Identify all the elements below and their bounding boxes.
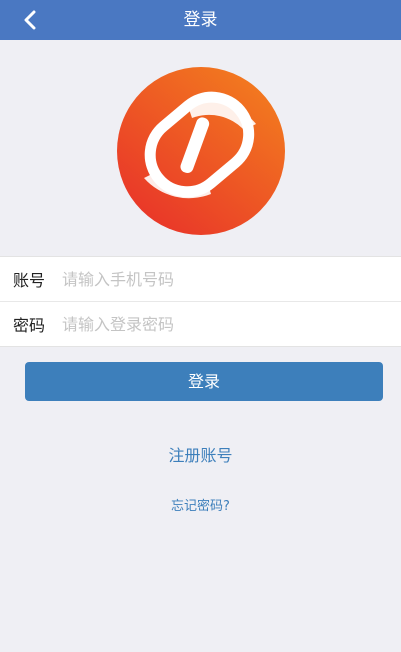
password-row: 密码 [0, 301, 401, 346]
register-account-link[interactable]: 注册账号 [0, 442, 401, 466]
login-button[interactable]: 登录 [25, 362, 383, 401]
page-title: 登录 [183, 10, 218, 30]
forgot-password-link[interactable]: 忘记密码? [0, 495, 401, 514]
login-form: 账号 密码 [0, 256, 401, 347]
password-input[interactable] [62, 304, 401, 344]
top-nav-bar: 登录 [0, 0, 401, 40]
account-row: 账号 [0, 257, 401, 301]
password-label: 密码 [13, 316, 46, 335]
account-input[interactable] [62, 259, 401, 299]
account-label: 账号 [13, 271, 46, 290]
brand-logo [117, 67, 285, 235]
